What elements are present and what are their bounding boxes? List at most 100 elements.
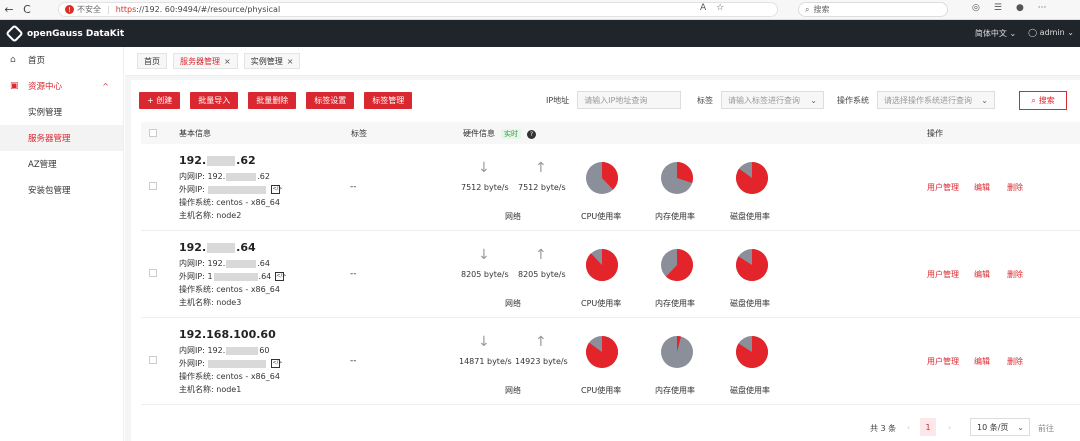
- tab-home[interactable]: 首页: [137, 53, 167, 69]
- delete-link[interactable]: 删除: [1007, 356, 1023, 367]
- select-all-checkbox[interactable]: [149, 129, 157, 137]
- col-basic-info: 基本信息: [179, 128, 211, 138]
- read-aloud-icon[interactable]: A: [700, 3, 706, 13]
- home-icon: ⌂: [10, 55, 16, 65]
- pagination: 共 3 条 ‹ 1 › 10 条/页 ⌄ 前往: [125, 411, 1080, 441]
- upload-speed: 14923 byte/s: [515, 357, 568, 366]
- server-ip-title: 192. .62: [179, 154, 256, 167]
- row-checkbox[interactable]: [149, 269, 157, 277]
- delete-link[interactable]: 删除: [1007, 269, 1023, 280]
- copy-icon[interactable]: </>: [271, 359, 283, 368]
- hostname-info: 主机名称: node3: [179, 297, 241, 308]
- sidebar-group-resource-center[interactable]: ▣ 资源中心 ^: [0, 73, 123, 99]
- col-tag: 标签: [351, 128, 367, 138]
- ip-input-placeholder: 请输入IP地址查询: [584, 95, 648, 105]
- inner-ip: 内网IP: 192. .64: [179, 258, 270, 269]
- arrow-down-icon: ↓: [478, 160, 490, 176]
- ip-part: .62: [236, 154, 256, 167]
- app-title: openGauss DataKit: [27, 28, 125, 39]
- address-bar-icons: A ☆: [700, 3, 724, 13]
- tab-server[interactable]: 服务器管理 ×: [173, 53, 238, 69]
- ip-part: 60: [259, 346, 270, 355]
- delete-link[interactable]: 删除: [1007, 182, 1023, 193]
- browser-search-placeholder: 搜索: [813, 5, 830, 14]
- back-icon[interactable]: ←: [0, 2, 18, 18]
- sidebar-item-server[interactable]: 服务器管理: [0, 125, 123, 151]
- tag-manage-button[interactable]: 标签管理: [364, 92, 413, 109]
- inner-ip: 内网IP: 192. .62: [179, 171, 270, 182]
- sidebar-item-package[interactable]: 安装包管理: [0, 177, 123, 203]
- close-icon[interactable]: ×: [224, 57, 231, 66]
- sidebar-item-label: 首页: [28, 56, 46, 66]
- memory-label: 内存使用率: [655, 299, 695, 308]
- arrow-up-icon: ↑: [535, 247, 547, 263]
- arrow-up-icon: ↑: [535, 334, 547, 350]
- address-bar[interactable]: ! 不安全 | https ://192. 60:9494/#/resource…: [58, 2, 778, 17]
- table-row: 192. .64 内网IP: 192. .64 外网IP: 1.64 </> 操作系统…: [141, 231, 1080, 318]
- tab-instance[interactable]: 实例管理 ×: [243, 53, 301, 69]
- row-checkbox[interactable]: [149, 356, 157, 364]
- download-speed: 14871 byte/s: [459, 357, 512, 366]
- cpu-pie-chart: [586, 249, 618, 281]
- inner-ip-label: 内网IP:: [179, 259, 205, 268]
- profile-icon[interactable]: ●: [1016, 3, 1024, 13]
- favorite-star-icon[interactable]: ☆: [716, 3, 724, 13]
- edit-link[interactable]: 编辑: [974, 356, 990, 367]
- sidebar-item-az[interactable]: AZ管理: [0, 151, 123, 177]
- copy-icon[interactable]: </>: [275, 272, 286, 281]
- disk-pie-chart: [736, 162, 768, 194]
- tag-filter-label: 标签: [697, 95, 713, 105]
- edit-link[interactable]: 编辑: [974, 269, 990, 280]
- disk-label: 磁盘使用率: [730, 299, 770, 308]
- sidebar-item-home[interactable]: ⌂ 首页: [0, 47, 123, 73]
- outer-ip: 外网IP: 1 .64 </>: [179, 271, 286, 282]
- close-icon[interactable]: ×: [287, 57, 294, 66]
- user-management-link[interactable]: 用户管理: [927, 182, 959, 193]
- batch-delete-button[interactable]: 批量删除: [248, 92, 297, 109]
- language-select[interactable]: 简体中文 ⌄: [975, 28, 1016, 39]
- outer-ip-label: 外网IP:: [179, 185, 205, 194]
- page-number[interactable]: 1: [920, 418, 936, 436]
- tag-input[interactable]: 请输入标签进行查询 ⌄: [721, 91, 824, 109]
- ip-part: .62: [257, 172, 270, 181]
- user-menu[interactable]: ◯ admin ⌄: [1028, 28, 1074, 39]
- server-ip-title: 192.168.100.60: [179, 328, 276, 341]
- browser-search[interactable]: ⌕ 搜索: [798, 2, 948, 17]
- app-logo[interactable]: openGauss DataKit: [5, 24, 125, 43]
- hostname-value: node1: [216, 385, 242, 394]
- ip-part: .64: [258, 272, 272, 281]
- hostname-label: 主机名称:: [179, 211, 214, 220]
- search-button[interactable]: ⌕ 搜索: [1019, 91, 1067, 110]
- ip-input[interactable]: 请输入IP地址查询: [577, 91, 682, 109]
- more-icon[interactable]: ···: [1038, 3, 1047, 13]
- prev-page-icon[interactable]: ‹: [907, 423, 910, 432]
- extensions-icon[interactable]: ◎: [972, 3, 980, 13]
- page-size-select[interactable]: 10 条/页 ⌄: [970, 418, 1030, 436]
- refresh-icon[interactable]: C: [18, 2, 36, 18]
- tab-label: 首页: [144, 56, 160, 66]
- os-select[interactable]: 请选择操作系统进行查询 ⌄: [877, 91, 995, 109]
- search-button-label: 搜索: [1038, 96, 1055, 105]
- user-management-link[interactable]: 用户管理: [927, 356, 959, 367]
- memory-pie-chart: [661, 162, 693, 194]
- favorites-icon[interactable]: ☰: [994, 3, 1002, 13]
- cpu-label: CPU使用率: [581, 386, 622, 395]
- copy-icon[interactable]: </>: [271, 185, 283, 194]
- goto-label: 前往: [1038, 424, 1054, 433]
- realtime-badge: 实时: [501, 128, 521, 139]
- batch-import-button[interactable]: 批量导入: [190, 92, 239, 109]
- row-checkbox[interactable]: [149, 182, 157, 190]
- create-button[interactable]: + 创建: [139, 92, 181, 109]
- action-toolbar: + 创建 批量导入 批量删除 标签设置 标签管理: [139, 92, 413, 109]
- edit-link[interactable]: 编辑: [974, 182, 990, 193]
- sidebar-item-instance[interactable]: 实例管理: [0, 99, 123, 125]
- next-page-icon[interactable]: ›: [948, 423, 951, 432]
- tag-settings-button[interactable]: 标签设置: [306, 92, 355, 109]
- os-label: 操作系统:: [179, 285, 214, 294]
- hostname-label: 主机名称:: [179, 298, 214, 307]
- ip-part: 192.: [207, 346, 226, 355]
- os-value: centos - x86_64: [216, 285, 280, 294]
- user-management-link[interactable]: 用户管理: [927, 269, 959, 280]
- help-icon[interactable]: ?: [527, 129, 536, 139]
- ip-part: 192.: [207, 172, 226, 181]
